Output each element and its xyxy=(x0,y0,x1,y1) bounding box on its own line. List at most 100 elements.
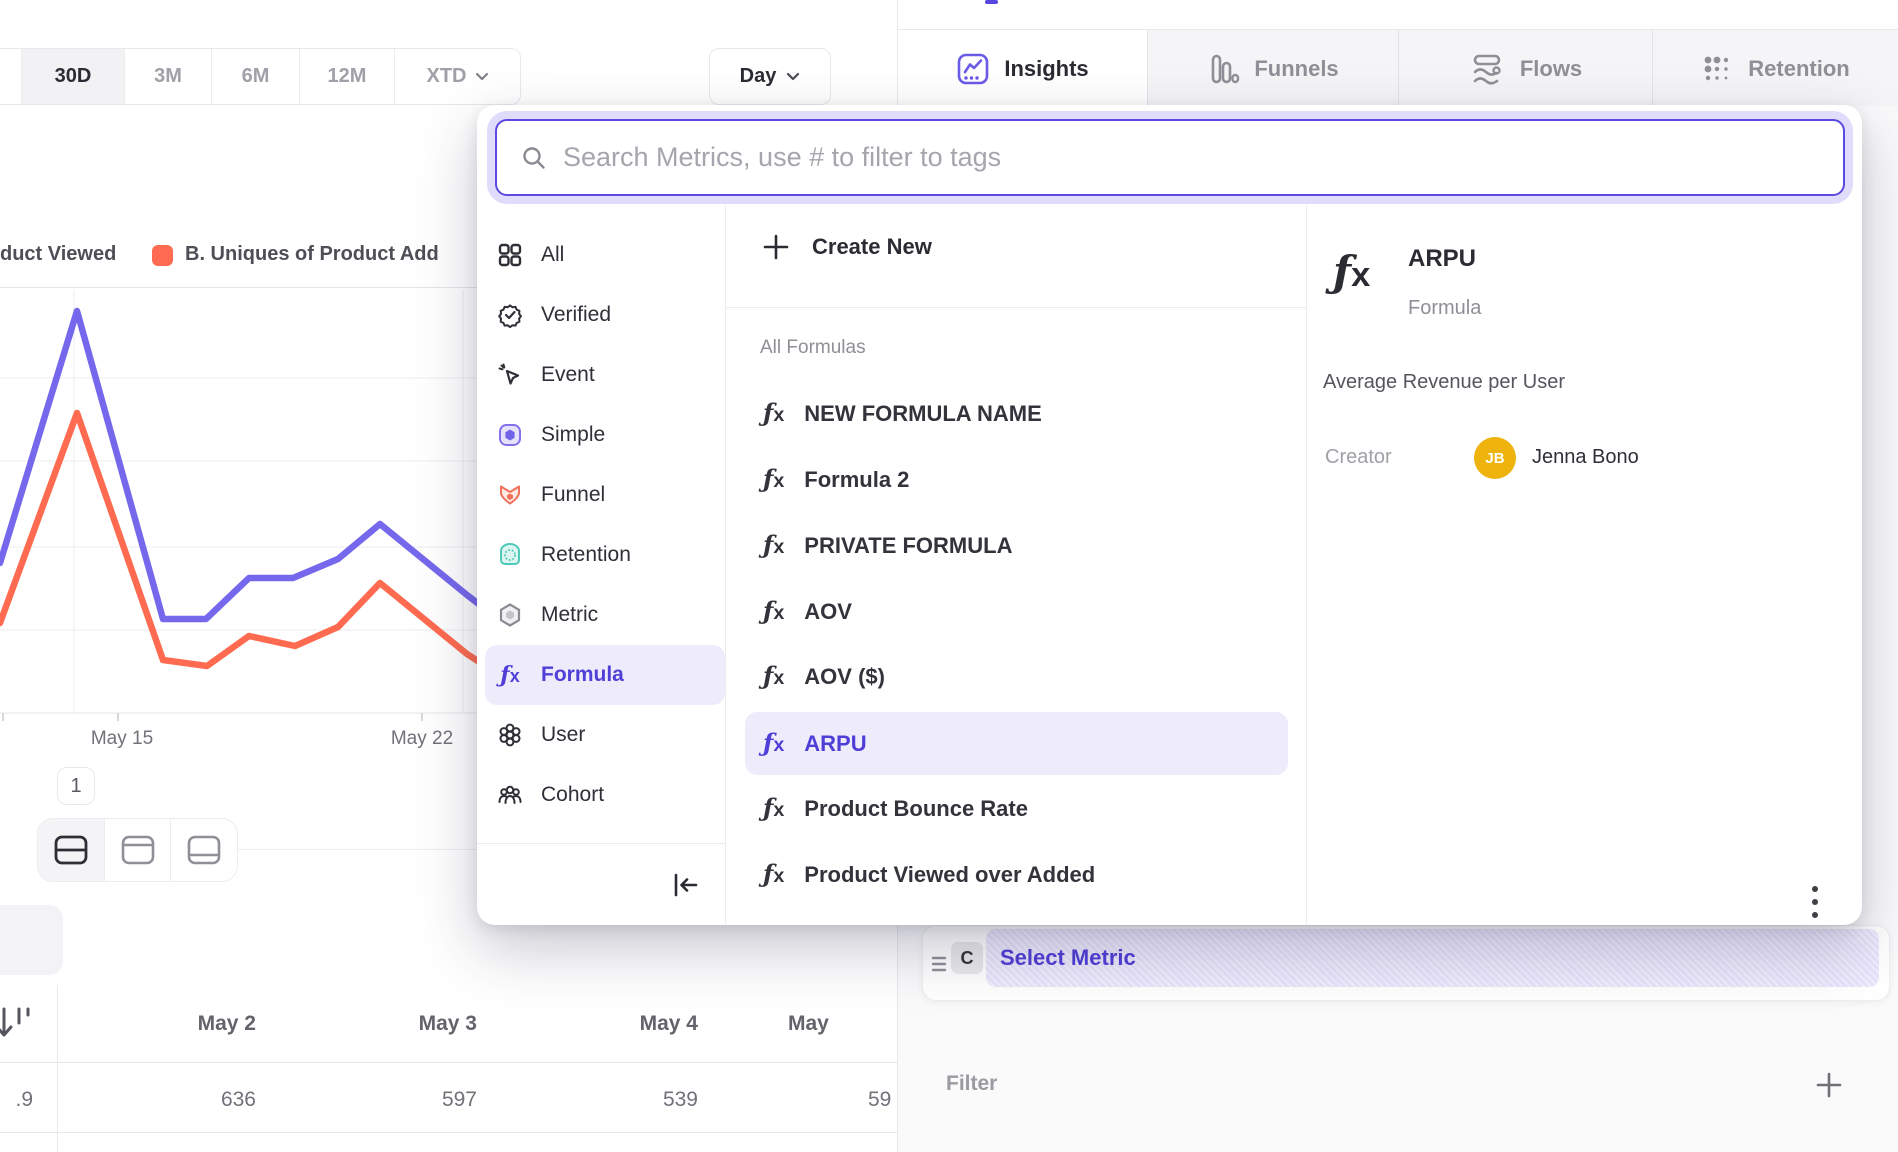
xtd-label: XTD xyxy=(427,65,467,88)
tab-funnels[interactable]: Funnels xyxy=(1147,30,1398,107)
sidebar-item-event[interactable]: Event xyxy=(485,347,725,403)
tab-divider xyxy=(1398,30,1399,107)
detail-description: Average Revenue per User xyxy=(1323,371,1565,394)
sidebar-item-metric[interactable]: Metric xyxy=(485,587,725,643)
table-cell-cut: 59 xyxy=(868,1088,898,1112)
formula-list-item[interactable]: ƒx Formula 2 xyxy=(745,448,1288,511)
fx-icon: ƒx xyxy=(763,664,784,689)
upper-nav-indicator-fragment xyxy=(985,0,998,4)
tab-retention[interactable]: Retention xyxy=(1652,30,1898,107)
sidebar-item-label: Funnel xyxy=(541,483,605,507)
formula-list-item[interactable]: ƒx NEW FORMULA NAME xyxy=(745,382,1288,445)
sidebar-item-verified[interactable]: Verified xyxy=(485,287,725,343)
series-line-b xyxy=(0,413,484,666)
time-range-6m-button[interactable]: 6M xyxy=(211,49,299,104)
legend-item-a-label[interactable]: duct Viewed xyxy=(0,243,128,266)
formula-list-item[interactable]: ƒx Product Viewed over Added xyxy=(745,843,1288,906)
legend-item-b-label[interactable]: B. Uniques of Product Add xyxy=(185,243,477,266)
series-line-a xyxy=(0,311,484,619)
formula-list-item-selected[interactable]: ƒx ARPU xyxy=(745,712,1288,775)
funnels-icon xyxy=(1206,52,1240,86)
x-axis-ticks xyxy=(3,713,422,721)
add-filter-button[interactable] xyxy=(1814,1070,1844,1100)
time-range-stub-button[interactable] xyxy=(0,49,21,104)
sidebar-item-cohort[interactable]: Cohort xyxy=(485,767,725,823)
time-range-12m-button[interactable]: 12M xyxy=(299,49,394,104)
collapse-sidebar-button[interactable] xyxy=(671,871,701,899)
sidebar-footer-divider xyxy=(477,843,725,844)
sidebar-item-user[interactable]: User xyxy=(485,707,725,763)
layout-table-only-button[interactable] xyxy=(170,819,237,881)
time-range-3m-button[interactable]: 3M xyxy=(124,49,211,104)
sidebar-item-all[interactable]: All xyxy=(485,227,725,283)
kebab-menu-button[interactable] xyxy=(1810,883,1820,923)
retention-metric-icon xyxy=(497,542,523,568)
table-header-may5-cut[interactable]: May xyxy=(788,1012,898,1036)
metric-builder-row: C Select Metric xyxy=(922,925,1890,1001)
page-number-box[interactable]: 1 xyxy=(57,767,95,805)
layout-split-button[interactable] xyxy=(38,819,104,881)
metric-picker-modal: All Verified Event xyxy=(477,105,1862,925)
layout-split-icon xyxy=(52,834,90,866)
table-cell: 636 xyxy=(86,1088,256,1112)
formula-list-item[interactable]: ƒx AOV ($) xyxy=(745,645,1288,708)
fx-icon: ƒx xyxy=(763,599,784,624)
formula-name: AOV ($) xyxy=(804,664,885,690)
sidebar-item-simple[interactable]: Simple xyxy=(485,407,725,463)
layout-chart-only-icon xyxy=(119,834,157,866)
detail-creator-label: Creator xyxy=(1325,446,1392,469)
time-range-30d-button[interactable]: 30D xyxy=(21,49,124,104)
formula-name: Product Viewed over Added xyxy=(804,862,1095,888)
sidebar-item-formula[interactable]: ƒx Formula xyxy=(485,645,725,705)
table-cell: 539 xyxy=(528,1088,698,1112)
flows-icon xyxy=(1468,52,1506,86)
tab-label: Funnels xyxy=(1254,56,1338,82)
search-input[interactable] xyxy=(561,141,1843,174)
formula-list-item[interactable]: ƒx PRIVATE FORMULA xyxy=(745,514,1288,577)
search-icon xyxy=(521,145,547,171)
sort-descending-icon[interactable] xyxy=(0,1004,36,1042)
table-header-may2[interactable]: May 2 xyxy=(86,1012,256,1036)
granularity-dropdown[interactable]: Day xyxy=(709,48,831,105)
chevron-down-icon xyxy=(786,72,800,81)
table-corner-tab xyxy=(0,905,63,975)
create-new-button[interactable]: Create New xyxy=(762,233,932,261)
time-range-segmented-control: 30D 3M 6M 12M XTD xyxy=(0,48,521,105)
sidebar-item-label: Metric xyxy=(541,603,598,627)
fx-icon: ƒx xyxy=(763,533,784,558)
select-metric-button[interactable]: Select Metric xyxy=(986,929,1879,987)
formula-list-item[interactable]: ƒx AOV xyxy=(745,580,1288,643)
create-new-label: Create New xyxy=(812,234,932,260)
legend-swatch-b xyxy=(152,245,173,266)
sidebar-item-label: Simple xyxy=(541,423,605,447)
sidebar-item-label: Cohort xyxy=(541,783,604,807)
section-title: All Formulas xyxy=(760,337,866,359)
drag-handle-icon[interactable] xyxy=(931,955,948,973)
app-window: 30D 3M 6M 12M XTD Day duct Viewed B. Uni… xyxy=(0,0,1898,1152)
granularity-label: Day xyxy=(740,65,777,88)
retention-dots-icon xyxy=(1700,52,1734,86)
detail-type: Formula xyxy=(1408,297,1481,320)
sidebar-item-retention[interactable]: Retention xyxy=(485,527,725,583)
tab-flows[interactable]: Flows xyxy=(1398,30,1652,107)
table-header-may3[interactable]: May 3 xyxy=(307,1012,477,1036)
sidebar-item-funnel[interactable]: Funnel xyxy=(485,467,725,523)
fx-icon: ƒx xyxy=(763,862,784,887)
tab-insights[interactable]: Insights xyxy=(898,30,1147,107)
layout-chart-only-button[interactable] xyxy=(104,819,171,881)
table-header-may4[interactable]: May 4 xyxy=(528,1012,698,1036)
sidebar-item-label: User xyxy=(541,723,585,747)
user-cluster-icon xyxy=(497,722,523,748)
time-range-xtd-dropdown[interactable]: XTD xyxy=(394,49,520,104)
formula-list-item[interactable]: ƒx Product Bounce Rate xyxy=(745,777,1288,840)
formula-fx-icon: ƒx xyxy=(497,662,523,688)
detail-creator-name: Jenna Bono xyxy=(1532,446,1639,469)
sidebar-item-label: Verified xyxy=(541,303,611,327)
sidebar-item-label: Formula xyxy=(541,663,624,687)
tab-label: Flows xyxy=(1520,56,1582,82)
simple-metric-icon xyxy=(497,422,523,448)
detail-pane-divider xyxy=(1306,205,1307,925)
x-tick-label-may15: May 15 xyxy=(72,728,172,750)
tab-divider xyxy=(1147,30,1148,107)
fx-icon: ƒx xyxy=(763,467,784,492)
